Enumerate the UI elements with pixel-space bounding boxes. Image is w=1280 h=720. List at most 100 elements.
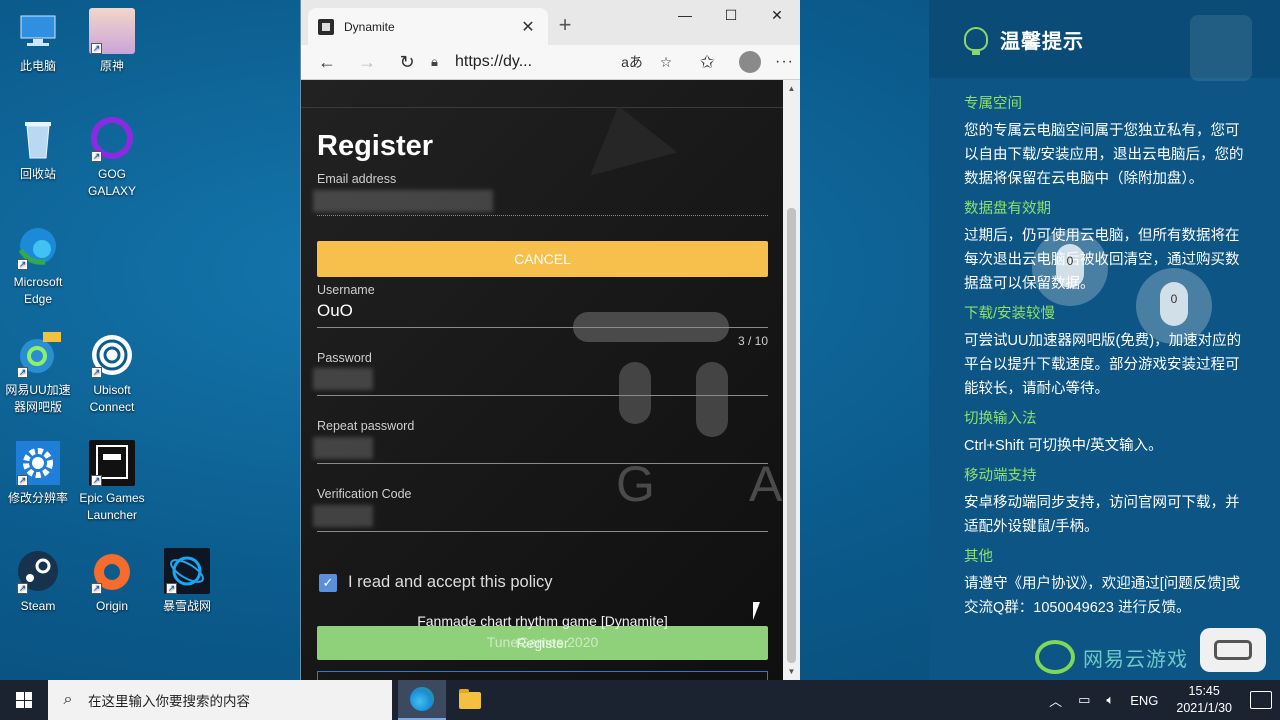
password-underline	[317, 395, 768, 396]
volume-icon[interactable]: 🔈︎	[1106, 692, 1114, 708]
desktop-icon-recycle-bin[interactable]: 回收站	[0, 116, 76, 183]
desktop-icon-uu-accelerator[interactable]: ↗ 网易UU加速器网吧版	[0, 332, 76, 416]
tip-heading: 专属空间	[964, 96, 1022, 112]
desktop-icon-steam[interactable]: ↗ Steam	[0, 548, 76, 615]
desktop-icon-label: Origin	[95, 599, 128, 613]
username-input[interactable]: OuO	[317, 301, 353, 321]
close-tab-icon[interactable]: ✕	[518, 17, 538, 37]
url-text[interactable]: https://dy...	[455, 53, 615, 71]
email-label: Email address	[317, 172, 397, 186]
back-button[interactable]: ←	[307, 47, 347, 77]
system-tray: ︿ ▭ 🔈︎ ENG 15:45 2021/1/30	[1041, 680, 1280, 720]
email-field[interactable]	[313, 190, 493, 212]
desktop-icon-gog-galaxy[interactable]: ↗ GOG GALAXY	[74, 116, 150, 200]
tab-bar: Dynamite ✕ + — ☐ ✕	[301, 0, 800, 45]
brand-logo-icon	[1035, 640, 1075, 674]
minimize-button[interactable]: —	[662, 0, 708, 30]
profile-avatar[interactable]	[739, 51, 762, 73]
repeat-password-underline	[317, 463, 768, 464]
desktop-icon-this-pc[interactable]: 此电脑	[0, 8, 76, 75]
address-bar[interactable]: 🔒︎ https://dy... aあ ☆	[427, 47, 687, 77]
tab-dynamite[interactable]: Dynamite ✕	[308, 8, 548, 45]
network-icon[interactable]: ▭	[1078, 692, 1090, 708]
taskbar-search[interactable]: ⌕ 在这里输入你要搜索的内容	[48, 680, 392, 720]
notification-icon[interactable]	[1250, 691, 1272, 709]
desktop-icon-epic-games[interactable]: ↗ Epic Games Launcher	[74, 440, 150, 524]
desktop-icon-label: 此电脑	[19, 59, 56, 73]
verification-code-input[interactable]	[313, 505, 373, 527]
desktop-icon-label: Microsoft Edge	[13, 275, 63, 306]
chevron-up-icon[interactable]: ︿	[1049, 691, 1062, 710]
close-window-button[interactable]: ✕	[754, 0, 800, 30]
desktop-icon-label: 原神	[99, 59, 124, 73]
desktop-icon-edge[interactable]: ↗ Microsoft Edge	[0, 224, 76, 308]
brand-name: 网易云游戏	[1083, 648, 1188, 671]
desktop-icon-battle-net[interactable]: ↗ 暴雪战网	[149, 548, 225, 615]
shortcut-arrow-icon: ↗	[17, 259, 28, 270]
add-favorite-icon[interactable]: ☆	[649, 54, 683, 71]
site-favicon-icon	[318, 18, 334, 35]
refresh-button[interactable]: ↻	[387, 47, 427, 77]
new-tab-button[interactable]: +	[553, 12, 577, 38]
shortcut-arrow-icon: ↗	[91, 475, 102, 486]
netease-cloud-gaming-logo: 网易云游戏	[1035, 640, 1188, 674]
background-decoration	[696, 362, 728, 437]
tip-text: 安卓移动端同步支持，访问官网可下载，并适配外设键鼠/手柄。	[964, 495, 1240, 535]
tips-header: 温馨提示	[929, 0, 1280, 81]
lightbulb-icon	[964, 27, 988, 55]
desktop-icon-origin[interactable]: ↗ Origin	[74, 548, 150, 615]
page-scrollbar[interactable]: ▲ ▼	[783, 80, 800, 680]
tips-body: 专属空间 您的专属云电脑空间属于您独立私有，您可以自由下载/安装应用，退出云电脑…	[929, 78, 1280, 620]
forward-button[interactable]: →	[347, 47, 387, 77]
genshin-icon: ↗	[89, 8, 135, 54]
footer-credit: Fanmade chart rhythm game [Dynamite]	[417, 613, 668, 629]
lock-icon[interactable]: 🔒︎	[431, 54, 455, 70]
desktop-icon-genshin[interactable]: ↗ 原神	[74, 8, 150, 75]
tip-text: 可尝试UU加速器网吧版(免费)，加速对应的平台以提升下载速度。部分游戏安装过程可…	[964, 333, 1242, 397]
taskbar: ⌕ 在这里输入你要搜索的内容 ︿ ▭ 🔈︎ ENG 15:45 2021/1/3…	[0, 680, 1280, 720]
mouse-overlay[interactable]: 0	[1032, 230, 1108, 306]
clock[interactable]: 15:45 2021/1/30	[1176, 683, 1232, 717]
background-decoration	[619, 362, 651, 424]
menu-icon[interactable]: ···	[775, 53, 794, 71]
mouse-count: 0	[1066, 254, 1074, 268]
window-controls: — ☐ ✕	[662, 0, 800, 30]
desktop-icon-ubisoft[interactable]: ↗ Ubisoft Connect	[74, 332, 150, 416]
windows-logo-icon	[16, 692, 32, 708]
scroll-up-icon[interactable]: ▲	[783, 84, 800, 93]
scrollbar-thumb[interactable]	[787, 208, 796, 663]
repeat-password-input[interactable]	[313, 437, 373, 459]
desktop-icon-label: GOG GALAXY	[87, 167, 137, 198]
epic-games-icon: ↗	[89, 440, 135, 486]
mouse-count: 0	[1170, 292, 1178, 306]
start-button[interactable]	[0, 680, 48, 720]
scroll-down-icon[interactable]: ▼	[783, 667, 800, 676]
search-placeholder[interactable]: 在这里输入你要搜索的内容	[88, 690, 250, 710]
computer-icon	[15, 8, 61, 54]
favorites-icon[interactable]: ✩	[687, 47, 727, 77]
search-icon: ⌕	[63, 691, 73, 708]
taskbar-file-explorer[interactable]	[446, 680, 494, 720]
policy-label[interactable]: I read and accept this policy	[348, 573, 553, 592]
keyboard-button[interactable]	[1200, 628, 1266, 672]
page-title: Register	[317, 130, 434, 162]
username-label: Username	[317, 283, 375, 297]
recycle-bin-icon	[15, 116, 61, 162]
cancel-button[interactable]: CANCEL	[317, 241, 768, 277]
desktop-icon-change-resolution[interactable]: ↗ 修改分辨率	[0, 440, 76, 507]
taskbar-edge[interactable]	[398, 680, 446, 720]
folder-icon	[459, 688, 481, 709]
uu-accelerator-icon: ↗	[15, 332, 61, 378]
mouse-pointer-icon	[753, 602, 760, 620]
policy-checkbox[interactable]: ✓	[319, 574, 337, 592]
password-input[interactable]	[313, 368, 373, 390]
shortcut-arrow-icon: ↗	[91, 367, 102, 378]
origin-icon: ↗	[89, 548, 135, 594]
next-field-outline[interactable]	[317, 671, 768, 680]
read-aloud-icon[interactable]: aあ	[615, 52, 649, 72]
tip-heading: 其他	[964, 549, 993, 565]
mouse-overlay[interactable]: 0	[1136, 268, 1212, 344]
maximize-button[interactable]: ☐	[708, 0, 754, 30]
input-language[interactable]: ENG	[1130, 693, 1158, 708]
desktop-icon-label: 暴雪战网	[162, 599, 211, 613]
